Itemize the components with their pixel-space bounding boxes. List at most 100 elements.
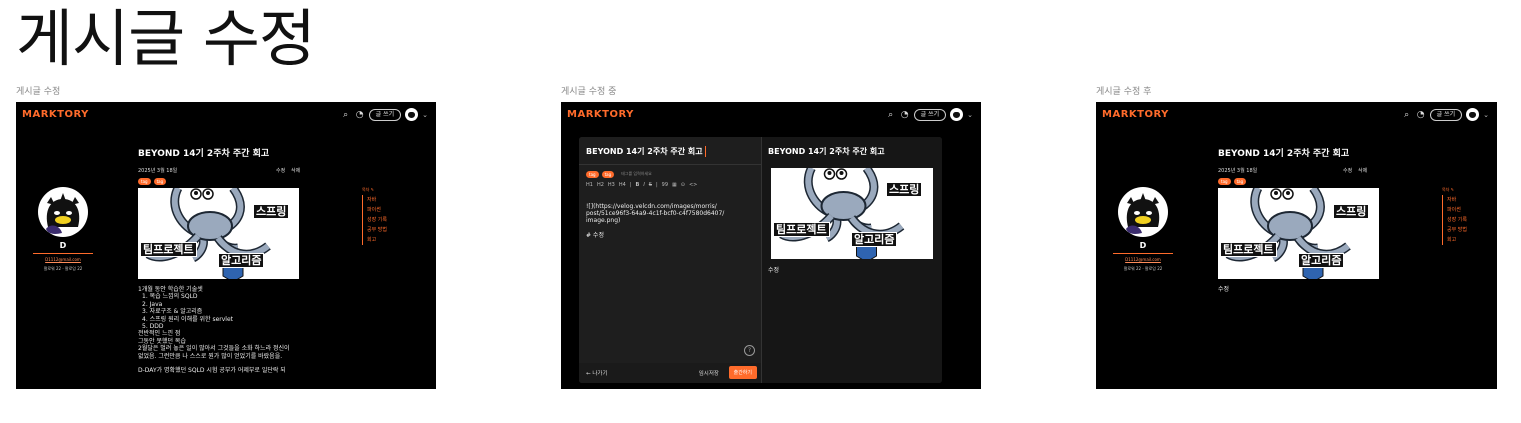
post-date: 2025년 3월 18일 — [1218, 168, 1258, 174]
profile-divider — [1113, 253, 1173, 254]
search-icon[interactable]: ⌕ — [886, 109, 896, 121]
figure-label-algo: 알고리즘 — [851, 232, 898, 248]
preview-title: BEYOND 14기 2주차 주간 회고 — [768, 147, 885, 156]
strike-button[interactable]: S — [649, 182, 652, 188]
profile-email[interactable]: D1112@mail.com — [33, 257, 93, 262]
heading1-button[interactable]: H1 — [586, 182, 593, 188]
toc-item[interactable]: 파이썬 — [1447, 205, 1467, 215]
avatar[interactable] — [1466, 108, 1480, 121]
tag-badge[interactable]: tag — [1233, 178, 1247, 185]
body-line: 1. 복습 느낌의 SQLD — [142, 293, 198, 301]
toc-item[interactable]: 성장 기록 — [1447, 215, 1467, 225]
markdown-line: post/51ce96f3-64a9-4c1f-bcf0-c4f7580d640… — [586, 210, 725, 218]
profile-divider — [33, 253, 93, 254]
editor-divider — [579, 164, 761, 165]
logo[interactable]: MARKTORY — [567, 109, 634, 120]
tag-badge[interactable]: tag — [138, 178, 151, 185]
tag-badge[interactable]: tag — [153, 178, 167, 185]
editor-footer: ← 나가기 임시저장 출간하기 — [579, 363, 761, 383]
tag-badge[interactable]: tag — [1218, 178, 1231, 185]
post-image: 스프링 팀프로젝트 알고리즘 — [138, 188, 299, 279]
toc-item[interactable]: 성장 기록 — [367, 215, 387, 225]
markdown-line — [586, 225, 756, 232]
figure-label-spring: 스프링 — [253, 204, 290, 220]
heading4-button[interactable]: H4 — [619, 182, 626, 188]
toc-item[interactable]: 파이썬 — [367, 205, 387, 215]
toolbar-separator: | — [655, 182, 658, 188]
toc-heading: 목차 ✎ — [362, 187, 374, 192]
profile-email[interactable]: D1112@mail.com — [1113, 257, 1173, 262]
italic-button[interactable]: I — [643, 182, 644, 188]
chevron-down-icon[interactable]: ⌄ — [967, 111, 973, 119]
toc-item[interactable]: 공부 방법 — [367, 225, 387, 235]
code-button[interactable]: <> — [689, 182, 697, 188]
body-line: 2월달은 벌려 놓은 일이 많아서 그것들을 소화 하느라 정신이 — [138, 345, 290, 353]
figure-label-spring: 스프링 — [886, 182, 923, 198]
toc-item[interactable]: 회고 — [367, 235, 387, 245]
search-icon[interactable]: ⌕ — [341, 109, 351, 121]
help-icon[interactable]: ? — [744, 345, 755, 356]
post-title: BEYOND 14기 2주차 주간 회고 — [1218, 149, 1350, 159]
profile-follow: 팔로워 22 · 팔로잉 22 — [1123, 266, 1163, 271]
write-button[interactable]: 글 쓰기 — [1429, 108, 1463, 121]
toc-item[interactable]: 회고 — [1447, 235, 1467, 245]
profile-name: D — [1139, 241, 1147, 250]
toc-item[interactable]: 자바 — [367, 195, 387, 205]
toc-heading: 목차 ✎ — [1442, 187, 1454, 192]
avatar[interactable] — [950, 108, 964, 121]
edit-link[interactable]: 수정 — [276, 167, 285, 174]
figure-label-algo: 알고리즘 — [1298, 253, 1345, 269]
screenshot-after-edit: MARKTORY ⌕ ◔ 글 쓰기 ⌄ BEYOND 14기 2주차 주간 회고… — [1096, 102, 1497, 389]
quote-button[interactable]: 99 — [662, 182, 668, 188]
bell-icon[interactable]: ◔ — [1416, 109, 1426, 121]
caption-editing: 게시글 수정 중 — [561, 87, 617, 97]
avatar[interactable] — [405, 108, 419, 121]
bell-icon[interactable]: ◔ — [355, 109, 365, 121]
image-button[interactable]: ▦ — [672, 182, 677, 188]
caption-after-edit: 게시글 수정 후 — [1096, 87, 1152, 97]
editor-preview-pane: BEYOND 14기 2주차 주간 회고 스프링 팀프로젝트 알고리즘 수정 — [762, 137, 942, 383]
editor-title-input[interactable]: BEYOND 14기 2주차 주간 회고 — [586, 146, 707, 157]
write-button[interactable]: 글 쓰기 — [368, 108, 402, 121]
tag-badge[interactable]: tag — [586, 171, 599, 178]
figure-label-spring: 스프링 — [1333, 204, 1370, 220]
publish-button[interactable]: 출간하기 — [728, 366, 757, 379]
temp-save-button[interactable]: 임시저장 — [699, 369, 719, 377]
link-button[interactable]: ⊙ — [681, 182, 685, 188]
figure-label-team: 팀프로젝트 — [1220, 242, 1277, 258]
post-body: 1개월 동안 학습한 기술셋 1. 복습 느낌의 SQLD 2. Java 3.… — [138, 286, 290, 374]
search-icon[interactable]: ⌕ — [1402, 109, 1412, 121]
preview-image: 스프링 팀프로젝트 알고리즘 — [771, 168, 933, 259]
tag-list: tag tag — [138, 178, 167, 185]
markdown-line: image.png) — [586, 217, 621, 225]
logo[interactable]: MARKTORY — [1102, 109, 1169, 120]
tag-list: tag tag — [1218, 178, 1247, 185]
profile-avatar[interactable] — [38, 187, 88, 237]
heading2-button[interactable]: H2 — [597, 182, 604, 188]
editor-input-pane: BEYOND 14기 2주차 주간 회고 tag tag 태그를 입력하세요 H… — [579, 137, 762, 383]
figure-label-team: 팀프로젝트 — [773, 222, 830, 238]
tag-badge[interactable]: tag — [601, 171, 615, 178]
logo[interactable]: MARKTORY — [22, 109, 89, 120]
write-button[interactable]: 글 쓰기 — [913, 108, 947, 121]
profile-avatar[interactable] — [1118, 187, 1168, 237]
edit-link[interactable]: 수정 — [1343, 167, 1352, 174]
toc-item[interactable]: 자바 — [1447, 195, 1467, 205]
exit-button[interactable]: ← 나가기 — [586, 369, 608, 377]
tag-input[interactable]: 태그를 입력하세요 — [621, 171, 652, 178]
post-date: 2025년 3월 18일 — [138, 168, 178, 174]
editor-tag-list: tag tag 태그를 입력하세요 — [586, 171, 652, 178]
body-line: 전반적인 느낀 점 — [138, 330, 181, 338]
heading3-button[interactable]: H3 — [608, 182, 615, 188]
chevron-down-icon[interactable]: ⌄ — [1483, 111, 1489, 119]
markdown-textarea[interactable]: ![](https://velog.velcdn.com/images/morr… — [586, 203, 756, 239]
post-title: BEYOND 14기 2주차 주간 회고 — [138, 149, 270, 159]
delete-link[interactable]: 삭제 — [1358, 167, 1367, 174]
toc-item[interactable]: 공부 방법 — [1447, 225, 1467, 235]
chevron-down-icon[interactable]: ⌄ — [422, 111, 428, 119]
bold-button[interactable]: B — [636, 182, 640, 188]
markdown-editor: BEYOND 14기 2주차 주간 회고 tag tag 태그를 입력하세요 H… — [579, 137, 942, 383]
bell-icon[interactable]: ◔ — [900, 109, 910, 121]
delete-link[interactable]: 삭제 — [291, 167, 300, 174]
preview-body: 수정 — [768, 267, 780, 274]
